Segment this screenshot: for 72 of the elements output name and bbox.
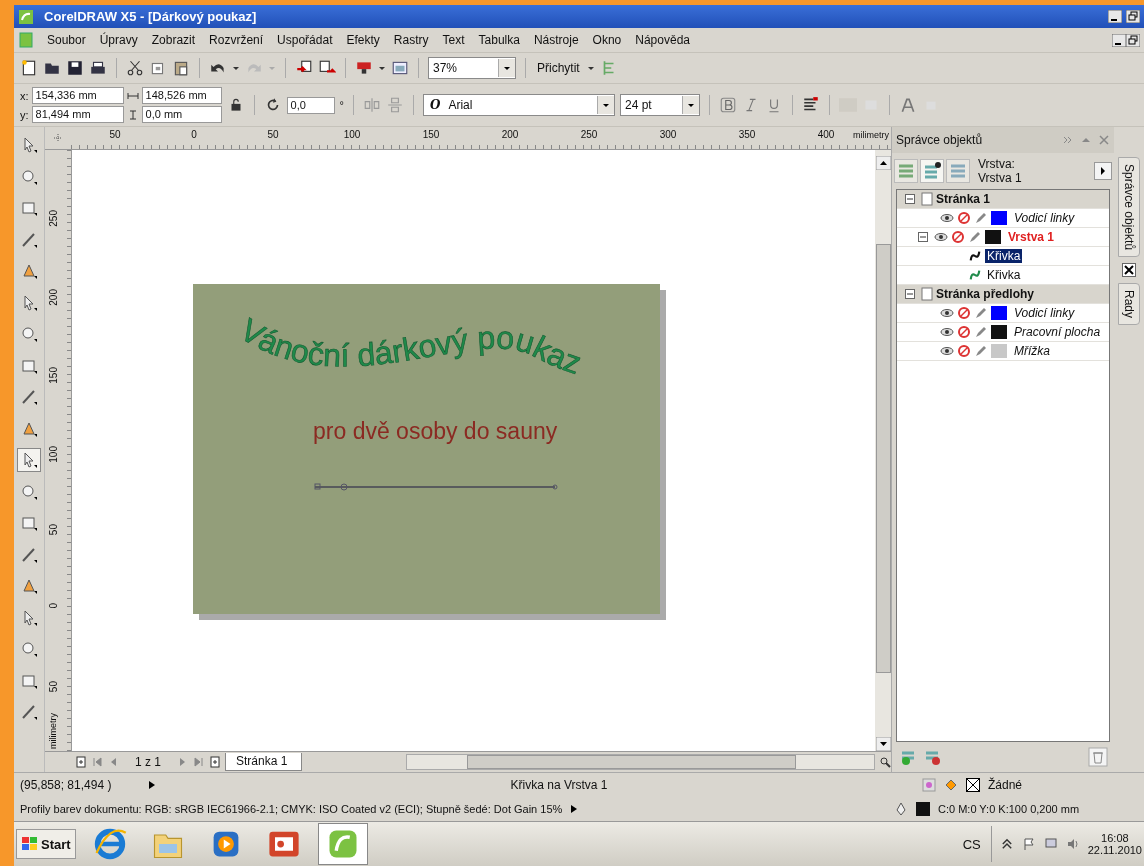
ruler-unit: milimetry bbox=[48, 713, 58, 749]
menu-item[interactable]: Rozvržení bbox=[202, 33, 271, 47]
tree-item[interactable]: Vodicí linky bbox=[1014, 306, 1075, 320]
ruler-label: 50 bbox=[109, 129, 121, 140]
tree-item[interactable]: Vodicí linky bbox=[1014, 211, 1075, 225]
menu-item[interactable]: Okno bbox=[585, 33, 629, 47]
language-indicator[interactable]: CS bbox=[962, 836, 981, 852]
color-profiles-text: Profily barev dokumentu: RGB: sRGB IEC61966-2.1; CMYK: ISO Coated v2 (ECI); Stupně šedé: Dot Gain 15% bbox=[20, 803, 563, 815]
side-tab[interactable]: Správce objektů bbox=[1118, 157, 1140, 258]
tree-item[interactable]: Stránka 1 bbox=[936, 192, 991, 206]
font-name: Arial bbox=[447, 98, 474, 112]
clock-date[interactable]: 22.11.2010 bbox=[1087, 844, 1142, 856]
ruler-label: 400 bbox=[817, 129, 835, 140]
cursor-coordinates: (95,858; 81,494 ) bbox=[20, 778, 113, 792]
page-tab[interactable]: Stránka 1 bbox=[225, 753, 303, 771]
height-field[interactable]: 0,0 mm bbox=[141, 106, 222, 123]
font-size-dropdown[interactable]: 24 pt bbox=[619, 94, 700, 116]
ruler-label: 100 bbox=[343, 129, 361, 140]
tree-item[interactable]: Mřížka bbox=[1014, 344, 1050, 358]
menu-item[interactable]: Text bbox=[435, 33, 472, 47]
menu-item[interactable]: Rastry bbox=[386, 33, 436, 47]
x-position-field[interactable]: 154,336 mm bbox=[31, 87, 124, 104]
ruler-label: 0 bbox=[191, 129, 197, 140]
font-dropdown[interactable]: O Arial bbox=[422, 94, 615, 116]
ruler-label: 50 bbox=[48, 681, 59, 693]
layer-label: Vrstva: bbox=[978, 157, 1016, 171]
snap-button[interactable]: Přichytit bbox=[535, 61, 582, 75]
menu-item[interactable]: Uspořádat bbox=[270, 33, 340, 47]
ruler-label: 50 bbox=[267, 129, 279, 140]
ruler-label: 300 bbox=[659, 129, 677, 140]
selection-info: Křivka na Vrstva 1 bbox=[509, 778, 609, 792]
menu-item[interactable]: Nástroje bbox=[526, 33, 586, 47]
menu-item[interactable]: Tabulka bbox=[471, 33, 527, 47]
menu-item[interactable]: Soubor bbox=[40, 33, 93, 47]
outline-info: C:0 M:0 Y:0 K:100 0,200 mm bbox=[938, 803, 1081, 815]
current-layer-name: Vrstva 1 bbox=[978, 171, 1023, 185]
ruler-label: 150 bbox=[48, 367, 59, 384]
fill-label: Žádné bbox=[988, 778, 1024, 792]
font-type-mark: O bbox=[429, 98, 441, 112]
page-count: 1 z 1 bbox=[134, 755, 162, 769]
degree-symbol: ° bbox=[339, 99, 344, 111]
menu-item[interactable]: Nápověda bbox=[628, 33, 697, 47]
menu-item[interactable]: Efekty bbox=[339, 33, 387, 47]
menu-item[interactable]: Úpravy bbox=[92, 33, 145, 47]
ruler-label: 200 bbox=[501, 129, 519, 140]
window-title: CorelDRAW X5 - [Dárkový poukaz] bbox=[44, 9, 257, 24]
heading-text: Vánoční dárkový poukaz bbox=[234, 311, 586, 382]
ruler-label: 50 bbox=[48, 524, 59, 536]
y-label: y: bbox=[20, 108, 29, 121]
tree-item[interactable]: Křivka bbox=[985, 268, 1023, 282]
ruler-label: 0 bbox=[48, 602, 59, 609]
ruler-label: 200 bbox=[48, 288, 59, 306]
ruler-label: 350 bbox=[738, 129, 756, 140]
y-position-field[interactable]: 81,494 mm bbox=[31, 106, 124, 123]
x-label: x: bbox=[20, 89, 29, 102]
subtitle-text: pro dvě osoby do sauny bbox=[313, 418, 558, 445]
zoom-dropdown[interactable]: 37% bbox=[428, 57, 516, 79]
start-button[interactable]: Start bbox=[16, 829, 76, 859]
width-field[interactable]: 148,526 mm bbox=[141, 87, 222, 104]
side-tab[interactable]: Rady bbox=[1118, 283, 1140, 326]
tree-item[interactable]: Pracovní plocha bbox=[1014, 325, 1101, 339]
tree-item[interactable]: Křivka bbox=[985, 249, 1023, 263]
ruler-unit: milimetry bbox=[853, 130, 889, 140]
tree-item[interactable]: Vrstva 1 bbox=[1008, 230, 1055, 244]
ruler-label: 150 bbox=[422, 129, 440, 140]
ruler-label: 250 bbox=[580, 129, 598, 140]
ruler-label: 100 bbox=[48, 445, 59, 463]
docker-title: Správce objektů bbox=[896, 133, 983, 147]
rotation-field[interactable]: 0,0 bbox=[286, 96, 335, 114]
clock-time[interactable]: 16:08 bbox=[1101, 832, 1129, 844]
menu-item[interactable]: Zobrazit bbox=[144, 33, 203, 47]
ruler-label: 250 bbox=[48, 210, 59, 227]
